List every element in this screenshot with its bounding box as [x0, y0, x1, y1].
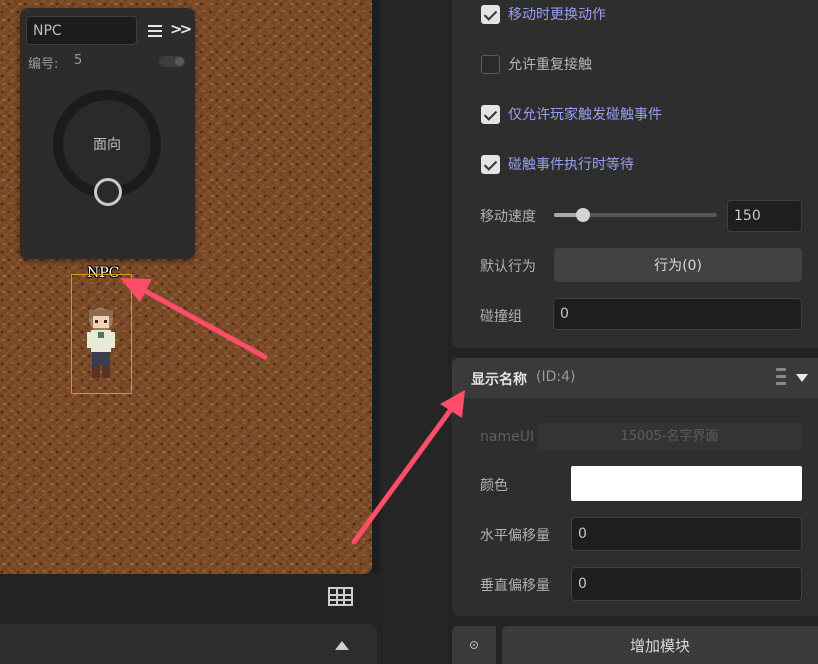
- chevron-down-icon[interactable]: [796, 374, 808, 382]
- default-behavior-label: 默认行为: [480, 259, 536, 275]
- drag-handle-icon[interactable]: [776, 368, 786, 388]
- checkbox[interactable]: [481, 54, 500, 74]
- checkbox-row-allow-repeat[interactable]: 允许重复接触: [481, 53, 592, 75]
- horizontal-offset-label: 水平偏移量: [480, 528, 550, 544]
- facing-dial-label: 面向: [93, 137, 121, 153]
- divider-strip: [383, 0, 447, 664]
- checkbox-row-player-only[interactable]: 仅允许玩家触发碰触事件: [481, 103, 662, 125]
- checkbox-label: 碰触事件执行时等待: [508, 157, 634, 173]
- scene-canvas[interactable]: >> 编号: 5 面向 NPC: [0, 0, 372, 574]
- section-id: (ID:4): [536, 369, 576, 385]
- npc-sprite[interactable]: [83, 302, 119, 382]
- scene-toolbar: [0, 574, 380, 618]
- npc-id-value: 5: [74, 53, 83, 68]
- list-icon[interactable]: [148, 25, 162, 37]
- checkbox-row-change-action[interactable]: 移动时更换动作: [481, 3, 606, 25]
- vertical-offset-input[interactable]: [571, 567, 802, 601]
- collision-group-label: 碰撞组: [480, 309, 522, 325]
- color-swatch[interactable]: [571, 466, 802, 501]
- module-bar: 增加模块: [452, 626, 818, 664]
- npc-id-label: 编号:: [28, 57, 59, 72]
- npc-visibility-toggle[interactable]: [159, 56, 185, 67]
- facing-dial[interactable]: 面向: [53, 90, 161, 206]
- section-title: 显示名称: [471, 372, 527, 388]
- facing-dial-knob[interactable]: [94, 178, 122, 206]
- npc-info-panel: >> 编号: 5 面向: [20, 8, 195, 259]
- npc-name-input[interactable]: [26, 16, 137, 45]
- behavior-button[interactable]: 行为(0): [554, 248, 802, 282]
- collapse-up-icon[interactable]: [335, 641, 349, 650]
- move-speed-input[interactable]: [727, 200, 802, 232]
- checkbox-label: 允许重复接触: [508, 57, 592, 73]
- horizontal-offset-input[interactable]: [571, 517, 802, 551]
- checkbox-row-wait-on-touch[interactable]: 碰触事件执行时等待: [481, 153, 634, 175]
- checkbox[interactable]: [481, 4, 500, 24]
- nameui-label: nameUI: [480, 429, 535, 445]
- module-options-button[interactable]: [452, 626, 496, 664]
- bottom-panel-bar: [0, 624, 377, 664]
- settings-dot-icon: [470, 641, 478, 649]
- color-label: 颜色: [480, 478, 508, 494]
- checkbox[interactable]: [481, 104, 500, 124]
- nameui-field: 15005-名字界面: [537, 423, 802, 450]
- checkbox-label: 仅允许玩家触发碰触事件: [508, 107, 662, 123]
- add-module-button[interactable]: 增加模块: [502, 626, 818, 664]
- move-speed-label: 移动速度: [480, 209, 536, 225]
- vertical-offset-label: 垂直偏移量: [480, 578, 550, 594]
- expand-icon[interactable]: >>: [170, 20, 192, 38]
- scene-border: [372, 0, 380, 574]
- checkbox-label: 移动时更换动作: [508, 7, 606, 23]
- checkbox[interactable]: [481, 154, 500, 174]
- grid-icon[interactable]: [328, 587, 353, 606]
- move-speed-slider[interactable]: [554, 208, 717, 222]
- collision-group-input[interactable]: [553, 298, 802, 330]
- display-name-section-header[interactable]: 显示名称 (ID:4): [452, 358, 818, 398]
